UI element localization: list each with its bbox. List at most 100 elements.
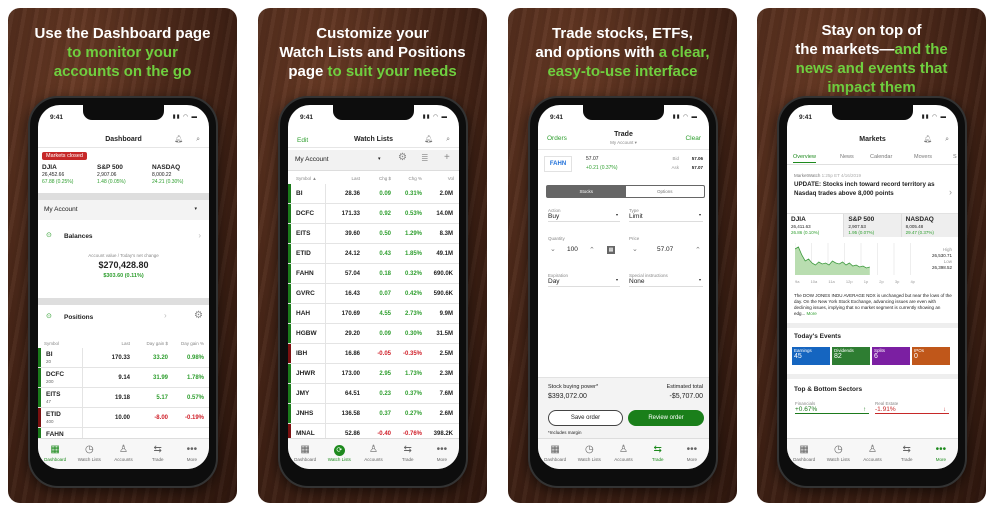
tab-accounts[interactable]: ♙ Accounts — [606, 439, 640, 469]
column-header[interactable]: Vol — [422, 176, 454, 181]
watchlist-row[interactable]: JHWR 173.00 2.95 1.73% 2.3M — [288, 364, 459, 384]
tab-trade[interactable]: ⇆ Trade — [890, 439, 924, 469]
position-row[interactable]: ETID 400 10.00 -8.00 -0.19% — [38, 408, 209, 428]
watchlist-row[interactable]: ETID 24.12 0.43 1.85% 49.1M — [288, 244, 459, 264]
type-select[interactable]: Type Limit ▾ — [629, 208, 703, 222]
tab-more[interactable]: ••• More — [175, 439, 209, 469]
watchlist-row[interactable]: JMY 64.51 0.23 0.37% 7.6M — [288, 384, 459, 404]
decrement-quantity-icon[interactable]: ⌄ — [550, 245, 556, 253]
search-icon[interactable]: ⌕ — [196, 132, 200, 148]
options-tab[interactable]: Options — [626, 186, 705, 197]
symbol-button[interactable]: FAHN — [544, 156, 572, 172]
tab-watch-lists[interactable]: ◷ Watch Lists — [72, 439, 106, 469]
index-sp500[interactable]: S&P 500 2,907.53 1.95 (0.07%) — [843, 214, 901, 237]
markets-tab-movers[interactable]: Movers — [914, 154, 932, 160]
tab-dashboard[interactable]: ▦ Dashboard — [38, 439, 72, 469]
markets-tab-news[interactable]: News — [840, 154, 854, 160]
tab-more[interactable]: ••• More — [425, 439, 459, 469]
index-sp500[interactable]: S&P 500 2,907.06 1.48 (0.05%) — [97, 163, 152, 186]
tab-watch-lists[interactable]: ◷ Watch Lists — [821, 439, 855, 469]
bell-icon[interactable]: 🔔︎ — [923, 132, 932, 148]
index-djia[interactable]: DJIA 26,452.66 67.88 (0.25%) — [42, 163, 97, 186]
action-select[interactable]: Action Buy ▾ — [548, 208, 620, 222]
column-header[interactable]: Chg % — [391, 176, 422, 181]
tab-dashboard[interactable]: ▦ Dashboard — [288, 439, 322, 469]
index-nasdaq[interactable]: NASDAQ 8,000.22 24.21 (0.30%) — [152, 163, 207, 186]
account-selector[interactable]: My Account ▾ — [538, 140, 709, 146]
review-order-button[interactable]: Review order — [628, 410, 704, 426]
chevron-down-icon[interactable]: ▾ — [378, 156, 381, 162]
tab-trade[interactable]: ⇆ Trade — [641, 439, 675, 469]
watchlist-row[interactable]: JNHS 136.58 0.37 0.27% 2.6M — [288, 404, 459, 424]
watchlist-row[interactable]: FAHN 57.04 0.18 0.32% 690.0K — [288, 264, 459, 284]
event-tile-dividends[interactable]: Dividends 82 — [832, 347, 870, 365]
tab-accounts[interactable]: ♙ Accounts — [356, 439, 390, 469]
tab-dashboard[interactable]: ▦ Dashboard — [787, 439, 821, 469]
clear-button[interactable]: Clear — [685, 135, 701, 142]
price-input[interactable]: 57.07 — [657, 246, 673, 253]
watchlist-row[interactable]: BI 28.36 0.09 0.31% 2.0M — [288, 184, 459, 204]
column-header[interactable]: Last — [88, 341, 130, 346]
increment-price-icon[interactable]: ⌃ — [695, 246, 701, 254]
decrement-price-icon[interactable]: ⌄ — [632, 245, 638, 253]
gear-icon[interactable]: ⚙ — [194, 310, 203, 321]
chevron-right-icon[interactable]: › — [949, 187, 952, 197]
position-row[interactable]: DCFC 200 9.14 31.99 1.78% — [38, 368, 209, 388]
position-row[interactable]: BI 20 170.33 33.20 0.98% — [38, 348, 209, 368]
chevron-right-icon[interactable]: › — [164, 311, 167, 320]
calculator-icon[interactable]: ▦ — [607, 246, 615, 254]
watchlist-row[interactable]: EITS 39.60 0.50 1.29% 8.3M — [288, 224, 459, 244]
column-header[interactable]: Chg $ — [360, 176, 391, 181]
index-nasdaq[interactable]: NASDAQ 8,005.48 29.47 (0.37%) — [900, 214, 958, 237]
watchlist-row[interactable]: IBH 16.86 -0.05 -0.35% 2.5M — [288, 344, 459, 364]
watchlist-row[interactable]: HAH 170.69 4.55 2.73% 9.9M — [288, 304, 459, 324]
event-tile-ipos[interactable]: IPOs 0 — [912, 347, 950, 365]
bell-icon[interactable]: 🔔︎ — [424, 132, 433, 148]
tab-trade[interactable]: ⇆ Trade — [391, 439, 425, 469]
tab-watch-lists[interactable]: ⟳ Watch Lists — [322, 439, 356, 469]
markets-tab-overview[interactable]: Overview — [793, 154, 816, 163]
column-header[interactable]: Day gain % — [168, 341, 204, 346]
stocks-tab[interactable]: Stocks — [547, 186, 626, 197]
chevron-right-icon[interactable]: › — [198, 231, 201, 240]
add-icon[interactable]: + — [444, 152, 450, 163]
balances-label[interactable]: Balances — [64, 233, 93, 240]
save-order-button[interactable]: Save order — [548, 410, 623, 426]
tab-accounts[interactable]: ♙ Accounts — [855, 439, 889, 469]
more-link[interactable]: More — [807, 311, 817, 316]
tab-trade[interactable]: ⇆ Trade — [141, 439, 175, 469]
position-row[interactable]: EITS 47 19.18 5.17 0.57% — [38, 388, 209, 408]
watchlist-row[interactable]: DCFC 171.33 0.92 0.53% 14.0M — [288, 204, 459, 224]
search-icon[interactable]: ⌕ — [945, 132, 949, 148]
column-header[interactable]: Symbol ▲ — [288, 176, 328, 181]
sector-financials[interactable]: Financials +0.67% ↑ — [795, 401, 869, 414]
index-djia[interactable]: DJIA 26,411.63 26.86 (0.10%) — [787, 214, 843, 237]
tab-more[interactable]: ••• More — [924, 439, 958, 469]
list-view-icon[interactable]: ≣ — [421, 153, 429, 164]
search-icon[interactable]: ⌕ — [446, 132, 450, 148]
sector-real-estate[interactable]: Real Estate -1.91% ↓ — [875, 401, 949, 414]
increment-quantity-icon[interactable]: ⌃ — [589, 246, 595, 254]
collapse-icon[interactable]: ⊙ — [46, 231, 52, 239]
markets-tab-s[interactable]: S — [953, 154, 957, 160]
watchlist-row[interactable]: HGBW 29.20 0.09 0.30% 31.5M — [288, 324, 459, 344]
column-header[interactable]: Symbol — [38, 341, 88, 346]
account-selector[interactable]: My Account ▾ — [38, 200, 209, 220]
tab-dashboard[interactable]: ▦ Dashboard — [538, 439, 572, 469]
news-headline[interactable]: UPDATE: Stocks inch toward record territ… — [794, 181, 939, 198]
column-header[interactable]: Day gain $ — [130, 341, 168, 346]
column-header[interactable]: Last — [328, 176, 360, 181]
watchlist-row[interactable]: GVRC 16.43 0.07 0.42% 590.6K — [288, 284, 459, 304]
bell-icon[interactable]: 🔔︎ — [174, 132, 183, 148]
special-instructions-select[interactable]: Special instructions None ▾ — [629, 273, 703, 287]
quantity-input[interactable]: 100 — [567, 246, 578, 253]
collapse-icon[interactable]: ⊙ — [46, 312, 52, 320]
tab-more[interactable]: ••• More — [675, 439, 709, 469]
tab-accounts[interactable]: ♙ Accounts — [106, 439, 140, 469]
expiration-select[interactable]: Expiration Day ▾ — [548, 273, 620, 287]
markets-tab-calendar[interactable]: Calendar — [870, 154, 892, 160]
event-tile-earnings[interactable]: Earnings 45 — [792, 347, 830, 365]
tab-watch-lists[interactable]: ◷ Watch Lists — [572, 439, 606, 469]
event-tile-splits[interactable]: Splits 6 — [872, 347, 910, 365]
watchlist-selector[interactable]: My Account — [295, 156, 329, 163]
